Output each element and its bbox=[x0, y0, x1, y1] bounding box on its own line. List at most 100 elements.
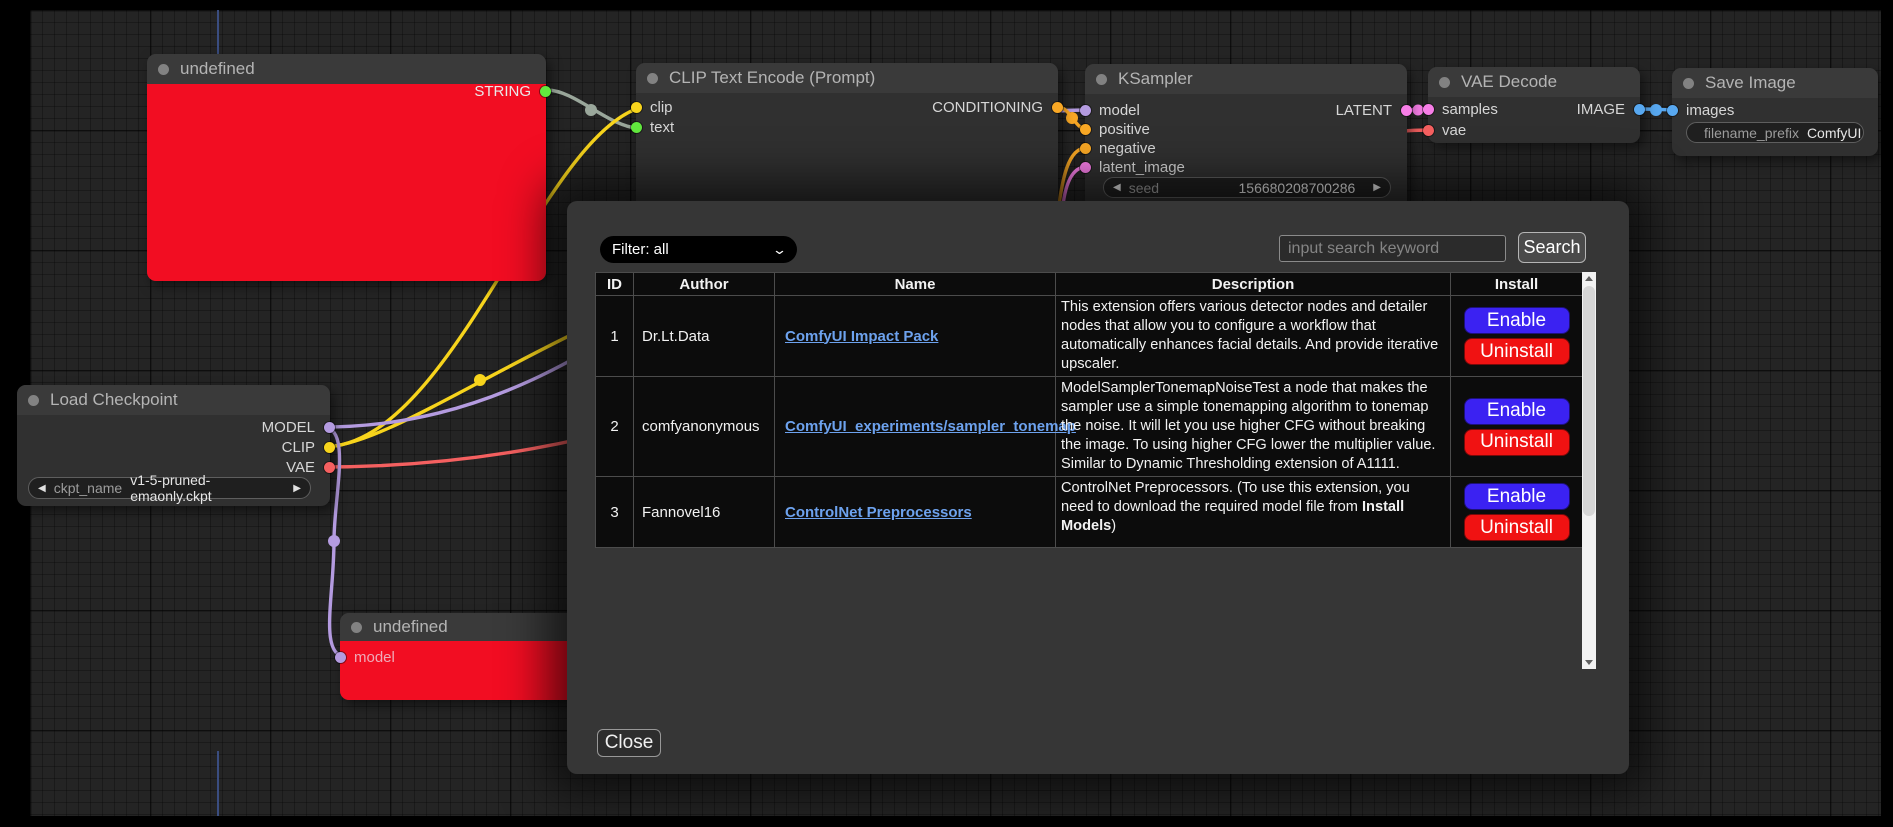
latent-port-icon[interactable] bbox=[1401, 105, 1412, 116]
widget-label: seed bbox=[1129, 180, 1159, 196]
image-port-icon[interactable] bbox=[1634, 104, 1645, 115]
seed-widget[interactable]: ◀ seed 156680208700286 ▶ bbox=[1103, 177, 1391, 198]
node-collapse-dot[interactable] bbox=[28, 395, 39, 406]
extensions-table: IDAuthorNameDescriptionInstall 1Dr.Lt.Da… bbox=[595, 272, 1583, 548]
scroll-up-icon[interactable] bbox=[1582, 272, 1596, 285]
cell-install: Enable Uninstall bbox=[1451, 377, 1583, 477]
input-slot-clip[interactable]: clip bbox=[631, 98, 673, 116]
slot-label: CLIP bbox=[282, 439, 315, 456]
output-slot-vae[interactable]: VAE bbox=[286, 458, 335, 476]
widget-value: ComfyUI bbox=[1807, 125, 1861, 141]
node-save-image[interactable]: Save Image images filename_prefix ComfyU… bbox=[1672, 68, 1878, 156]
cell-description: ControlNet Preprocessors. (To use this e… bbox=[1056, 477, 1451, 548]
uninstall-button[interactable]: Uninstall bbox=[1464, 514, 1570, 541]
node-collapse-dot[interactable] bbox=[1096, 74, 1107, 85]
cell-author: comfyanonymous bbox=[634, 377, 775, 477]
clip-port-icon[interactable] bbox=[324, 442, 335, 453]
cell-author: Fannovel16 bbox=[634, 477, 775, 548]
output-slot-clip[interactable]: CLIP bbox=[282, 438, 335, 456]
input-slot-negative[interactable]: negative bbox=[1080, 139, 1156, 157]
node-header[interactable]: CLIP Text Encode (Prompt) bbox=[636, 63, 1058, 93]
node-collapse-dot[interactable] bbox=[1683, 78, 1694, 89]
extension-link[interactable]: ComfyUI Impact Pack bbox=[785, 328, 938, 345]
table-header-id: ID bbox=[596, 273, 634, 296]
node-header[interactable]: KSampler bbox=[1085, 64, 1407, 94]
clip-port-icon[interactable] bbox=[631, 102, 642, 113]
model-port-icon[interactable] bbox=[324, 422, 335, 433]
close-button[interactable]: Close bbox=[597, 729, 661, 757]
input-slot-positive[interactable]: positive bbox=[1080, 120, 1150, 138]
reroute-dot-clip[interactable] bbox=[474, 374, 486, 386]
reroute-dot-latent[interactable] bbox=[1413, 105, 1424, 116]
node-collapse-dot[interactable] bbox=[647, 73, 658, 84]
vae-port-icon[interactable] bbox=[1423, 125, 1434, 136]
model-port-icon[interactable] bbox=[335, 652, 346, 663]
node-collapse-dot[interactable] bbox=[158, 64, 169, 75]
decrement-arrow-icon[interactable]: ◀ bbox=[1113, 182, 1121, 193]
extension-link[interactable]: ControlNet Preprocessors bbox=[785, 504, 972, 521]
table-scrollbar[interactable] bbox=[1582, 272, 1596, 669]
search-input[interactable] bbox=[1279, 235, 1506, 262]
output-slot-model[interactable]: MODEL bbox=[262, 418, 335, 436]
enable-button[interactable]: Enable bbox=[1464, 398, 1570, 425]
enable-button[interactable]: Enable bbox=[1464, 307, 1570, 334]
node-load-checkpoint[interactable]: Load Checkpoint MODEL CLIP VAE ◀ ckpt_na… bbox=[17, 385, 330, 506]
input-slot-model[interactable]: model bbox=[335, 648, 395, 666]
filename-prefix-widget[interactable]: filename_prefix ComfyUI bbox=[1686, 122, 1864, 143]
node-header[interactable]: Load Checkpoint bbox=[17, 385, 330, 415]
reroute-dot-conditioning[interactable] bbox=[1066, 112, 1078, 124]
input-slot-images[interactable]: images bbox=[1667, 101, 1734, 119]
enable-button[interactable]: Enable bbox=[1464, 483, 1570, 510]
output-slot-conditioning[interactable]: CONDITIONING bbox=[932, 98, 1063, 116]
table-row: 2comfyanonymous ComfyUI_experiments/sampl… bbox=[596, 377, 1583, 477]
node-header[interactable]: Save Image bbox=[1672, 68, 1878, 98]
output-slot-latent[interactable]: LATENT bbox=[1336, 101, 1412, 119]
node-header[interactable]: VAE Decode bbox=[1428, 67, 1640, 97]
ckpt-name-widget[interactable]: ◀ ckpt_name v1-5-pruned-emaonly.ckpt ▶ bbox=[28, 477, 311, 499]
latent-port-icon[interactable] bbox=[1080, 162, 1091, 173]
output-slot-image[interactable]: IMAGE bbox=[1577, 100, 1645, 118]
conditioning-port-icon[interactable] bbox=[1080, 124, 1091, 135]
input-slot-model[interactable]: model bbox=[1080, 101, 1140, 119]
model-port-icon[interactable] bbox=[1080, 105, 1091, 116]
image-port-icon[interactable] bbox=[1667, 105, 1678, 116]
increment-arrow-icon[interactable]: ▶ bbox=[1373, 182, 1381, 193]
input-slot-samples[interactable]: samples bbox=[1423, 100, 1498, 118]
search-button[interactable]: Search bbox=[1518, 232, 1586, 263]
node-ksampler[interactable]: KSampler model positive negative latent_… bbox=[1085, 64, 1407, 209]
uninstall-button[interactable]: Uninstall bbox=[1464, 429, 1570, 456]
scrollbar-thumb[interactable] bbox=[1583, 286, 1595, 516]
increment-arrow-icon[interactable]: ▶ bbox=[293, 483, 301, 494]
node-collapse-dot[interactable] bbox=[1439, 77, 1450, 88]
input-slot-vae[interactable]: vae bbox=[1423, 121, 1466, 139]
conditioning-port-icon[interactable] bbox=[1080, 143, 1091, 154]
string-port-icon[interactable] bbox=[540, 86, 551, 97]
output-slot-string[interactable]: STRING bbox=[474, 82, 551, 100]
node-vae-decode[interactable]: VAE Decode samples vae IMAGE bbox=[1428, 67, 1640, 143]
slot-label: MODEL bbox=[262, 419, 315, 436]
input-slot-text[interactable]: text bbox=[631, 118, 674, 136]
reroute-dot-string[interactable] bbox=[585, 104, 597, 116]
decrement-arrow-icon[interactable]: ◀ bbox=[38, 483, 46, 494]
node-clip-text-encode[interactable]: CLIP Text Encode (Prompt) clip text COND… bbox=[636, 63, 1058, 213]
filter-dropdown[interactable]: Filter: all ⌄ bbox=[600, 236, 797, 263]
node-title: VAE Decode bbox=[1461, 72, 1557, 92]
node-collapse-dot[interactable] bbox=[351, 622, 362, 633]
slot-label: vae bbox=[1442, 122, 1466, 139]
table-header-install: Install bbox=[1451, 273, 1583, 296]
latent-port-icon[interactable] bbox=[1423, 104, 1434, 115]
uninstall-button[interactable]: Uninstall bbox=[1464, 338, 1570, 365]
node-undefined-top[interactable]: undefined STRING bbox=[147, 54, 546, 281]
conditioning-port-icon[interactable] bbox=[1052, 102, 1063, 113]
input-slot-latent-image[interactable]: latent_image bbox=[1080, 158, 1185, 176]
vae-port-icon[interactable] bbox=[324, 462, 335, 473]
reroute-dot-image[interactable] bbox=[1650, 104, 1662, 116]
cell-id: 3 bbox=[596, 477, 634, 548]
text-port-icon[interactable] bbox=[631, 122, 642, 133]
node-header[interactable]: undefined bbox=[147, 54, 546, 84]
node-title: Save Image bbox=[1705, 73, 1796, 93]
extension-link[interactable]: ComfyUI_experiments/sampler_tonemap bbox=[785, 418, 1076, 435]
scroll-down-icon[interactable] bbox=[1582, 656, 1596, 669]
reroute-dot-model[interactable] bbox=[328, 535, 340, 547]
cell-id: 2 bbox=[596, 377, 634, 477]
